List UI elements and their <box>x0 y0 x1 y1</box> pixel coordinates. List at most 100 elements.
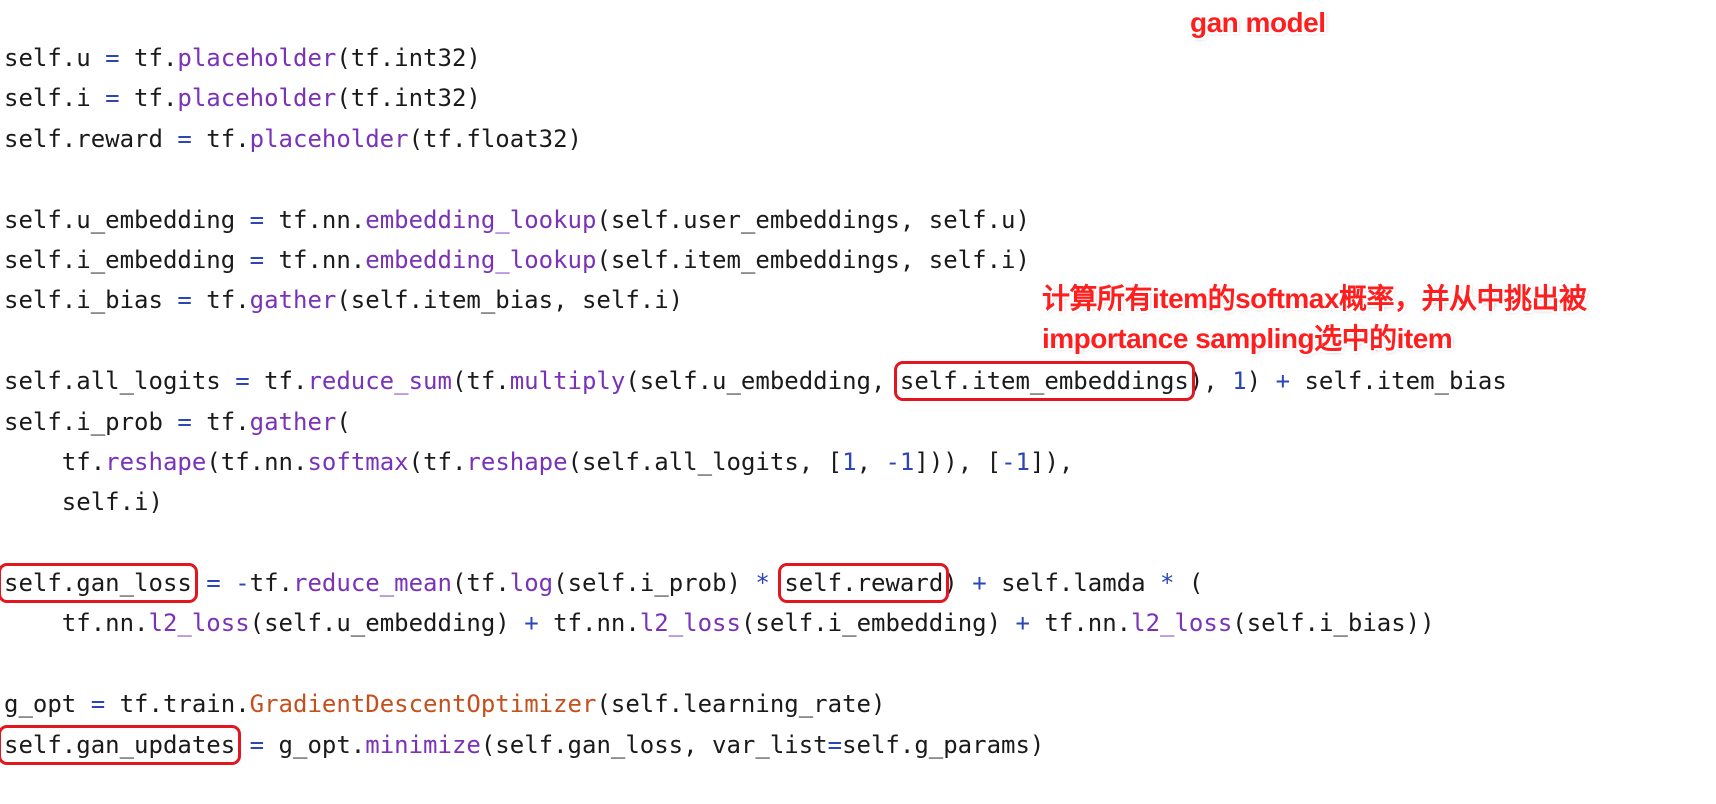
code-token: placeholder <box>177 44 337 72</box>
code-line: self.u = tf.placeholder(tf.int32) <box>4 38 1507 78</box>
code-token: (tf. <box>408 447 467 476</box>
code-line: self.gan_loss = -tf.reduce_mean(tf.log(s… <box>0 563 1507 604</box>
code-token: (tf. <box>451 569 510 598</box>
code-token: = <box>235 367 250 396</box>
code-token: tf.nn. <box>538 609 640 638</box>
code-token: tf.nn. <box>264 205 366 234</box>
code-block: self.u = tf.placeholder(tf.int32) self.i … <box>0 38 1507 765</box>
code-token: log <box>509 569 554 598</box>
code-token: + <box>524 609 539 638</box>
code-token: (self.item_bias, self.i) <box>336 286 684 315</box>
code-token: (tf.int32) <box>336 44 481 72</box>
code-token: embedding_lookup <box>365 245 597 274</box>
code-token: self.reward <box>4 124 178 153</box>
code-token: ) <box>943 569 973 598</box>
code-line: tf.nn.l2_loss(self.u_embedding) + tf.nn.… <box>4 603 1507 643</box>
code-token: ( <box>1174 569 1204 598</box>
code-token: = <box>177 124 192 153</box>
code-token: l2_loss <box>1131 609 1233 638</box>
code-token: (tf.float32) <box>408 124 582 153</box>
code-token: = <box>249 730 265 759</box>
code-token: + <box>1275 367 1291 396</box>
code-token: reduce_sum <box>307 367 452 396</box>
code-token: = <box>177 407 192 436</box>
code-token: tf. <box>119 44 178 72</box>
code-token: (tf. <box>451 367 510 396</box>
code-token: l2_loss <box>148 609 250 638</box>
code-line: self.u_embedding = tf.nn.embedding_looku… <box>4 200 1507 240</box>
code-token: = <box>249 205 265 234</box>
code-token: reshape <box>466 447 568 476</box>
code-token: g_opt. <box>264 730 366 759</box>
code-token: (tf.nn. <box>206 447 308 476</box>
code-token: reduce_mean <box>293 569 452 598</box>
code-token: gather <box>249 407 337 436</box>
code-token: placeholder <box>177 84 337 113</box>
annotation-title: gan model <box>1190 7 1326 38</box>
code-token: tf. <box>119 84 178 113</box>
code-token: ), <box>1188 367 1233 396</box>
code-token: tf. <box>191 407 250 436</box>
code-token: tf.nn. <box>1029 609 1132 638</box>
code-token: tf. <box>4 447 106 476</box>
code-token: -1 <box>885 447 915 476</box>
code-token: self.all_logits <box>4 367 236 396</box>
code-token: * <box>755 569 770 598</box>
code-token: GradientDescentOptimizer <box>249 690 597 719</box>
code-token: + <box>1015 609 1030 638</box>
highlighted-code-token: self.gan_loss <box>0 563 198 604</box>
code-token: self.i) <box>4 488 163 517</box>
code-line: self.i_prob = tf.gather( <box>4 402 1507 442</box>
code-token: self.u <box>4 44 106 72</box>
code-token: tf. <box>191 286 250 315</box>
code-token: * <box>1160 569 1175 598</box>
code-token: (self.i_bias)) <box>1232 609 1435 638</box>
code-token: self.i_prob <box>4 407 178 436</box>
code-line: self.reward = tf.placeholder(tf.float32) <box>4 119 1507 159</box>
code-token: placeholder <box>249 124 409 153</box>
code-token: tf. <box>191 124 250 153</box>
code-line: g_opt = tf.train.GradientDescentOptimize… <box>4 684 1507 724</box>
annotation-softmax-line-1: 计算所有item的softmax概率，并从中挑出被 <box>1042 283 1587 314</box>
code-token: (self.item_embeddings, self.i) <box>596 245 1030 274</box>
code-token: minimize <box>365 730 481 759</box>
code-token: tf.train. <box>105 690 250 719</box>
code-token: (self.i_prob) <box>553 569 756 598</box>
code-token: -1 <box>1001 447 1030 476</box>
code-line: self.i_embedding = tf.nn.embedding_looku… <box>4 240 1507 280</box>
code-token: + <box>972 569 987 598</box>
code-token: ( <box>336 407 351 436</box>
code-token: - <box>235 569 250 598</box>
code-token: = <box>90 690 106 719</box>
code-token: = <box>105 84 120 113</box>
annotation-softmax-line-2: importance sampling选中的item <box>1042 323 1453 354</box>
code-token: tf.nn. <box>264 245 366 274</box>
code-token: = <box>827 730 843 759</box>
code-token: ) <box>1246 367 1276 396</box>
code-line: self.gan_updates = g_opt.minimize(self.g… <box>0 724 1507 765</box>
code-token: embedding_lookup <box>365 205 597 234</box>
code-token: l2_loss <box>639 609 741 638</box>
annotation-softmax-note: 计算所有item的softmax概率，并从中挑出被 importance sam… <box>1042 279 1587 359</box>
code-token: self.i_bias <box>4 286 178 315</box>
code-token: 1 <box>842 447 857 476</box>
code-token: multiply <box>509 367 626 396</box>
code-token: tf. <box>249 367 308 396</box>
code-token: (self.all_logits, [ <box>567 447 843 476</box>
highlighted-code-token: self.item_embeddings <box>893 361 1195 402</box>
code-token: = <box>206 569 221 598</box>
code-token: gather <box>249 286 337 315</box>
highlighted-code-token: self.reward <box>778 563 950 604</box>
code-token: 1 <box>1232 367 1247 396</box>
code-token: (self.learning_rate) <box>596 690 886 719</box>
code-token: (self.gan_loss, var_list <box>480 730 828 759</box>
code-line: tf.reshape(tf.nn.softmax(tf.reshape(self… <box>4 442 1507 482</box>
code-token: (self.user_embeddings, self.u) <box>596 205 1030 234</box>
